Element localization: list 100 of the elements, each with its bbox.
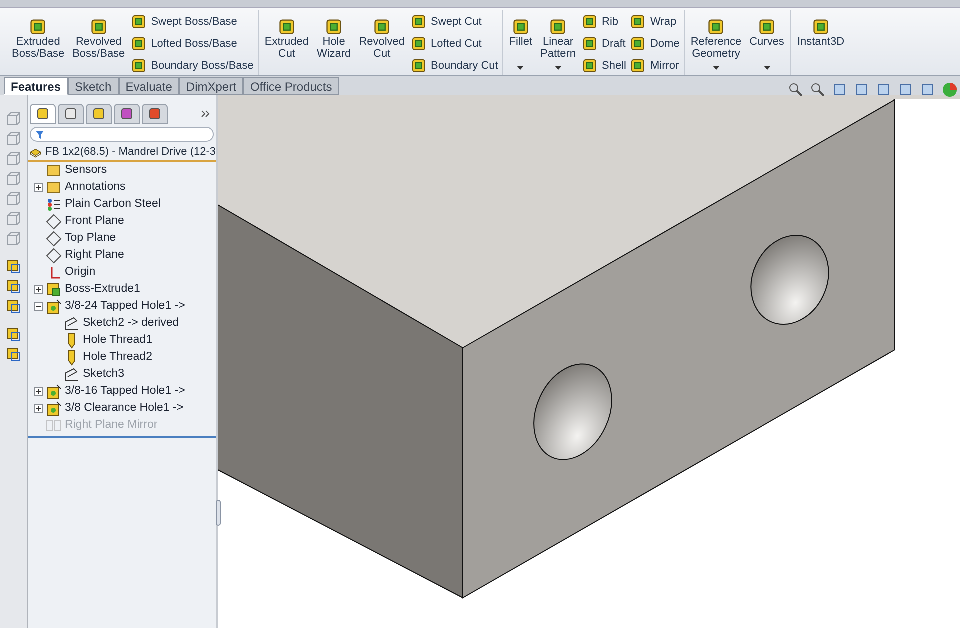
tree-item[interactable]: Origin [65, 264, 96, 282]
collapse-icon[interactable] [34, 302, 43, 311]
box-icon [630, 14, 646, 30]
ribbon-button[interactable]: Revolved Cut [357, 10, 408, 74]
box-icon [411, 58, 428, 74]
ribbon-tab[interactable]: Office Products [243, 77, 340, 95]
zoom-fit-icon[interactable] [788, 82, 804, 98]
tree-item[interactable]: Sketch2 -> derived [83, 314, 180, 332]
box-icon [278, 18, 296, 36]
box-icon [131, 14, 148, 30]
box-icon [549, 18, 568, 36]
feature-manager-tab[interactable] [30, 104, 56, 124]
ribbon-button[interactable]: Swept Cut [411, 13, 498, 31]
zoom-area-icon[interactable] [810, 82, 826, 98]
folder-icon [46, 180, 62, 196]
box-icon [373, 18, 392, 36]
caret-icon [517, 66, 524, 70]
tree-item[interactable]: Sensors [65, 162, 108, 180]
tree-item[interactable]: Front Plane [65, 212, 124, 230]
box-icon [582, 36, 598, 52]
square-icon [92, 107, 106, 121]
ribbon-button[interactable]: Hole Wizard [314, 10, 354, 74]
tree-item[interactable]: Top Plane [65, 230, 116, 248]
ribbon-button[interactable]: Wrap [630, 13, 680, 31]
ribbon-button[interactable]: Mirror [630, 57, 680, 75]
ribbon-button[interactable]: Reference Geometry [688, 10, 744, 74]
property-manager-tab[interactable] [58, 104, 84, 124]
ribbon-button[interactable]: Revolved Boss/Base [70, 10, 128, 74]
box-icon [512, 18, 530, 36]
appearance-icon[interactable] [942, 82, 958, 98]
ribbon-button[interactable]: Shell [582, 57, 626, 75]
ribbon-button[interactable]: Draft [582, 35, 626, 53]
box-icon [131, 36, 148, 52]
layered-box-icon[interactable] [6, 327, 22, 343]
dimxpert-manager-tab[interactable] [114, 104, 140, 124]
tree-item[interactable]: 3/8 Clearance Hole1 -> [65, 400, 184, 418]
tree-item[interactable]: Plain Carbon Steel [65, 196, 161, 214]
hole-feature-icon [46, 298, 62, 314]
hole-feature-icon [46, 400, 62, 416]
square-icon [36, 107, 50, 121]
folder-icon [46, 162, 62, 178]
ribbon-button[interactable]: Fillet [507, 10, 535, 74]
ribbon-button[interactable]: Swept Boss/Base [131, 13, 254, 31]
expand-icon[interactable] [34, 404, 43, 413]
box-icon [582, 58, 598, 74]
box-icon [411, 14, 428, 30]
caret-icon [764, 66, 771, 70]
tree-item[interactable]: Hole Thread2 [83, 348, 152, 366]
ribbon-tab[interactable]: DimXpert [179, 77, 244, 95]
display-manager-tab[interactable] [142, 104, 168, 124]
ribbon-button[interactable]: Rib [582, 13, 626, 31]
ribbon-tab[interactable]: Sketch [68, 77, 119, 95]
square-icon [64, 107, 78, 121]
ribbon-button[interactable]: Linear Pattern [538, 10, 578, 74]
part-name[interactable]: FB 1x2(68.5) - Mandrel Drive (12-3 [45, 144, 216, 161]
tree-item[interactable]: 3/8-24 Tapped Hole1 -> [65, 298, 186, 316]
ribbon-button[interactable]: Lofted Cut [411, 35, 498, 53]
ribbon-button[interactable]: Boundary Cut [411, 57, 498, 75]
sketch-tool-icon[interactable] [6, 259, 22, 275]
ribbon-tab[interactable]: Evaluate [118, 77, 180, 95]
square-icon [120, 107, 134, 121]
ribbon-button[interactable]: Extruded Cut [262, 10, 311, 74]
configuration-manager-tab[interactable] [86, 104, 112, 124]
expand-icon[interactable] [34, 285, 43, 294]
ribbon-tab[interactable]: Features [4, 77, 68, 95]
tree-item[interactable]: Sketch3 [83, 366, 125, 384]
box-icon [630, 58, 646, 74]
tree-item[interactable]: Boss-Extrude1 [65, 280, 140, 298]
layered-box-icon[interactable] [6, 347, 22, 363]
ribbon-button[interactable]: Extruded Boss/Base [10, 10, 67, 74]
tree-item[interactable]: 3/8-16 Tapped Hole1 -> [65, 382, 186, 400]
filter-icon [35, 130, 45, 140]
hole-feature-icon [46, 384, 62, 400]
box-icon [325, 18, 344, 36]
expand-icon[interactable] [34, 183, 43, 192]
ribbon-button[interactable]: Dome [630, 35, 680, 53]
ribbon-button[interactable]: Lofted Boss/Base [131, 35, 254, 53]
sketch-icon [64, 316, 80, 332]
expand-icon[interactable] [34, 387, 43, 396]
caret-icon [712, 66, 720, 70]
tree-item[interactable]: Annotations [65, 178, 126, 196]
box-icon [707, 18, 726, 36]
box-icon [29, 18, 48, 36]
square-icon [148, 107, 162, 121]
tree-item[interactable]: Right Plane [65, 246, 124, 264]
box-icon [90, 18, 108, 36]
extrude-feature-icon [46, 282, 62, 298]
tree-item[interactable]: Hole Thread1 [83, 332, 152, 350]
box-icon [131, 58, 148, 74]
filter-field[interactable] [30, 127, 214, 142]
box-icon [758, 18, 776, 36]
ribbon-button[interactable]: Boundary Boss/Base [131, 57, 254, 75]
box-icon [812, 18, 830, 36]
sketch-tool-icon[interactable] [6, 299, 22, 315]
mirror-feature-icon [46, 418, 62, 434]
sketch-tool-icon[interactable] [6, 279, 22, 295]
ribbon-button[interactable]: Curves [748, 10, 786, 74]
caret-icon [554, 66, 562, 70]
chevron-icon[interactable] [201, 110, 210, 118]
ribbon-button[interactable]: Instant3D [795, 10, 847, 74]
